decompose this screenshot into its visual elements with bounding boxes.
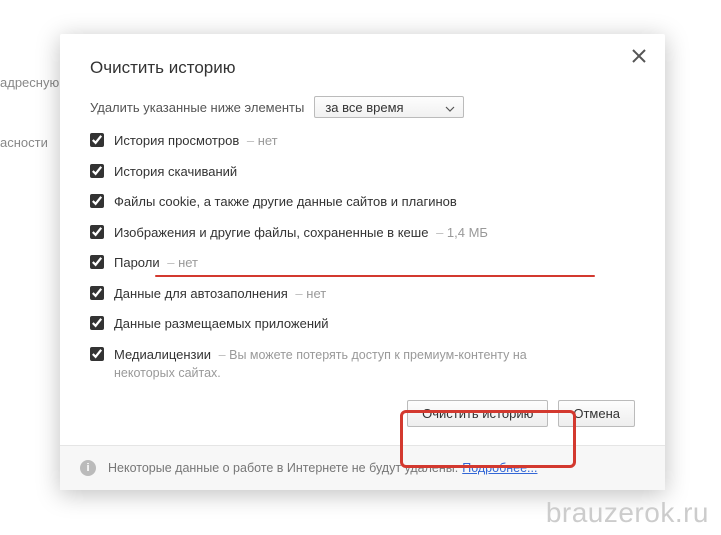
delete-range-label: Удалить указанные ниже элементы xyxy=(90,100,304,115)
item-label: История скачиваний xyxy=(114,164,237,179)
checkbox-cache[interactable] xyxy=(90,225,104,239)
checkbox-passwords[interactable] xyxy=(90,255,104,269)
list-item-cookies: Файлы cookie, а также другие данные сайт… xyxy=(90,193,635,211)
clear-history-button[interactable]: Очистить историю xyxy=(407,400,548,427)
dialog-title: Очистить историю xyxy=(90,58,635,78)
item-label: Изображения и другие файлы, сохраненные … xyxy=(114,225,428,240)
list-item-passwords: Пароли нет xyxy=(90,254,635,272)
list-item-cache: Изображения и другие файлы, сохраненные … xyxy=(90,224,635,242)
footer-text: Некоторые данные о работе в Интернете не… xyxy=(108,461,458,475)
checkbox-hosted-apps[interactable] xyxy=(90,316,104,330)
list-item-media-licenses: Медиалицензии Вы можете потерять доступ … xyxy=(90,346,635,382)
checkbox-cookies[interactable] xyxy=(90,194,104,208)
dialog-footer: i Некоторые данные о работе в Интернете … xyxy=(60,445,665,490)
watermark: brauzerok.ru xyxy=(546,497,709,529)
checkbox-media-licenses[interactable] xyxy=(90,347,104,361)
checkbox-history[interactable] xyxy=(90,133,104,147)
item-extra: нет xyxy=(247,133,278,148)
item-label: Медиалицензии xyxy=(114,347,211,362)
item-extra: 1,4 МБ xyxy=(436,225,488,240)
dialog-buttons: Очистить историю Отмена xyxy=(90,400,635,427)
close-icon xyxy=(631,48,647,64)
learn-more-link[interactable]: Подробнее... xyxy=(462,461,537,475)
item-label: Файлы cookie, а также другие данные сайт… xyxy=(114,194,457,209)
chevron-down-icon xyxy=(445,100,455,115)
checkbox-list: История просмотров нет История скачивани… xyxy=(90,132,635,382)
checkbox-autofill[interactable] xyxy=(90,286,104,300)
list-item-autofill: Данные для автозаполнения нет xyxy=(90,285,635,303)
list-item-history: История просмотров нет xyxy=(90,132,635,150)
background-text-1: адресную ( xyxy=(0,75,67,90)
close-button[interactable] xyxy=(631,48,651,68)
annotation-underline xyxy=(155,275,595,277)
item-label: Данные размещаемых приложений xyxy=(114,316,329,331)
clear-history-dialog: Очистить историю Удалить указанные ниже … xyxy=(60,34,665,490)
item-label: Данные для автозаполнения xyxy=(114,286,288,301)
item-extra: нет xyxy=(167,255,198,270)
dropdown-value: за все время xyxy=(325,100,403,115)
list-item-hosted-apps: Данные размещаемых приложений xyxy=(90,315,635,333)
cancel-button[interactable]: Отмена xyxy=(558,400,635,427)
background-text-2: асности xyxy=(0,135,48,150)
item-label: История просмотров xyxy=(114,133,239,148)
item-label: Пароли xyxy=(114,255,160,270)
checkbox-downloads[interactable] xyxy=(90,164,104,178)
info-icon: i xyxy=(80,460,96,476)
list-item-downloads: История скачиваний xyxy=(90,163,635,181)
time-range-dropdown[interactable]: за все время xyxy=(314,96,464,118)
item-extra: нет xyxy=(295,286,326,301)
